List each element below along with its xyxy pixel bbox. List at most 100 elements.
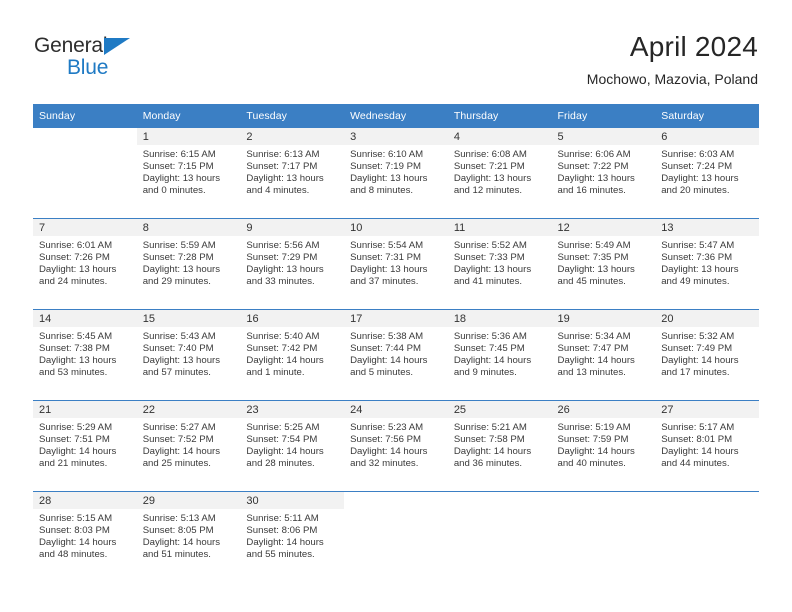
calendar-day-cell[interactable]: 6 Sunrise: 6:03 AM Sunset: 7:24 PM Daylight… [655, 128, 759, 219]
calendar-day-cell[interactable]: 26 Sunrise: 5:19 AM Sunset: 7:59 PM Dayligh… [551, 400, 656, 492]
calendar-week-row: 21 Sunrise: 5:29 AM Sunset: 7:51 PM Dayligh… [33, 400, 759, 492]
calendar-day-cell-empty [655, 491, 759, 582]
calendar-day-cell[interactable]: 19 Sunrise: 5:34 AM Sunset: 7:47 PM Dayligh… [551, 309, 656, 401]
calendar-day-cell[interactable]: 7 Sunrise: 6:01 AM Sunset: 7:26 PM Daylight… [33, 218, 137, 310]
calendar-day-cell[interactable]: 5 Sunrise: 6:06 AM Sunset: 7:22 PM Daylight… [551, 128, 656, 219]
day-cell-inner: 14 Sunrise: 5:45 AM Sunset: 7:38 PM Dayligh… [33, 310, 137, 400]
day-sunset-text: Sunset: 7:58 PM [453, 433, 525, 445]
calendar-day-cell[interactable]: 9 Sunrise: 5:56 AM Sunset: 7:29 PM Daylight… [240, 218, 345, 310]
day-sunrise-text: Sunrise: 5:49 AM [557, 240, 631, 251]
day-daylight1-text: Daylight: 14 hours [39, 445, 117, 457]
day-cell-inner: 29 Sunrise: 5:13 AM Sunset: 8:05 PM Dayligh… [136, 492, 241, 582]
calendar-day-cell[interactable]: 20 Sunrise: 5:32 AM Sunset: 7:49 PM Dayligh… [655, 309, 759, 401]
day-sunrise-text: Sunrise: 6:01 AM [39, 240, 113, 251]
calendar-day-cell[interactable]: 3 Sunrise: 6:10 AM Sunset: 7:19 PM Daylight… [344, 128, 448, 219]
calendar-day-cell[interactable]: 23 Sunrise: 5:25 AM Sunset: 7:54 PM Dayligh… [240, 400, 345, 492]
day-sun-info: Sunrise: 5:21 AM Sunset: 7:58 PM Daylight:… [448, 418, 552, 470]
calendar-day-cell[interactable]: 4 Sunrise: 6:08 AM Sunset: 7:21 PM Daylight… [447, 128, 552, 219]
day-sunrise-text: Sunrise: 6:06 AM [557, 149, 631, 160]
calendar-day-cell[interactable]: 29 Sunrise: 5:13 AM Sunset: 8:05 PM Dayligh… [136, 491, 241, 582]
day-sun-info: Sunrise: 5:52 AM Sunset: 7:33 PM Daylight:… [448, 236, 552, 288]
day-sun-info: Sunrise: 6:10 AM Sunset: 7:19 PM Daylight:… [344, 145, 448, 197]
calendar-day-cell[interactable]: 28 Sunrise: 5:15 AM Sunset: 8:03 PM Dayligh… [33, 491, 137, 582]
day-daylight1-text: Daylight: 14 hours [557, 445, 635, 457]
calendar-day-cell[interactable]: 13 Sunrise: 5:47 AM Sunset: 7:36 PM Dayligh… [655, 218, 759, 310]
weekday-header-monday: Monday [136, 104, 241, 128]
day-daylight2-text: and 36 minutes. [453, 457, 523, 469]
day-sun-info: Sunrise: 5:56 AM Sunset: 7:29 PM Daylight:… [240, 236, 344, 288]
day-sunset-text: Sunset: 8:01 PM [661, 433, 733, 445]
calendar-day-cell[interactable]: 2 Sunrise: 6:13 AM Sunset: 7:17 PM Daylight… [240, 128, 345, 219]
calendar-day-cell[interactable]: 10 Sunrise: 5:54 AM Sunset: 7:31 PM Dayligh… [344, 218, 448, 310]
day-cell-inner: 16 Sunrise: 5:40 AM Sunset: 7:42 PM Dayligh… [240, 310, 345, 400]
day-daylight1-text: Daylight: 14 hours [453, 354, 532, 366]
day-cell-inner [448, 492, 552, 582]
day-number: 1 [136, 128, 241, 145]
day-sunset-text: Sunset: 7:52 PM [142, 433, 214, 445]
calendar-day-cell[interactable]: 21 Sunrise: 5:29 AM Sunset: 7:51 PM Dayligh… [33, 400, 137, 492]
day-sun-info: Sunrise: 5:38 AM Sunset: 7:44 PM Daylight:… [344, 327, 448, 379]
day-number: 3 [344, 128, 448, 145]
day-daylight2-text: and 40 minutes. [557, 457, 626, 469]
day-daylight1-text: Daylight: 14 hours [142, 536, 221, 548]
day-number: 23 [240, 401, 345, 418]
day-sun-info: Sunrise: 5:11 AM Sunset: 8:06 PM Daylight:… [240, 509, 344, 561]
calendar-day-cell[interactable]: 17 Sunrise: 5:38 AM Sunset: 7:44 PM Dayligh… [344, 309, 448, 401]
calendar-day-cell-empty [33, 128, 137, 219]
day-cell-inner: 18 Sunrise: 5:36 AM Sunset: 7:45 PM Dayligh… [447, 310, 552, 400]
day-daylight1-text: Daylight: 14 hours [246, 354, 324, 366]
day-cell-inner: 15 Sunrise: 5:43 AM Sunset: 7:40 PM Dayligh… [136, 310, 241, 400]
calendar-day-cell[interactable]: 25 Sunrise: 5:21 AM Sunset: 7:58 PM Dayligh… [447, 400, 552, 492]
calendar-day-cell[interactable]: 22 Sunrise: 5:27 AM Sunset: 7:52 PM Dayligh… [136, 400, 241, 492]
day-daylight2-text: and 55 minutes. [246, 548, 315, 560]
calendar-day-cell[interactable]: 18 Sunrise: 5:36 AM Sunset: 7:45 PM Dayligh… [447, 309, 552, 401]
day-daylight2-text: and 51 minutes. [142, 548, 211, 560]
day-number: 26 [551, 401, 656, 418]
calendar-day-cell[interactable]: 27 Sunrise: 5:17 AM Sunset: 8:01 PM Dayligh… [655, 400, 759, 492]
day-cell-inner: 8 Sunrise: 5:59 AM Sunset: 7:28 PM Daylight… [136, 219, 241, 309]
day-number: 25 [447, 401, 552, 418]
day-cell-inner: 9 Sunrise: 5:56 AM Sunset: 7:29 PM Daylight… [240, 219, 345, 309]
title-block: April 2024 Mochowo, Mazovia, Poland [587, 30, 758, 88]
calendar-day-cell[interactable]: 1 Sunrise: 6:15 AM Sunset: 7:15 PM Daylight… [136, 128, 241, 219]
calendar-week-row: 7 Sunrise: 6:01 AM Sunset: 7:26 PM Daylight… [33, 218, 759, 310]
logo-text-general: General [34, 34, 108, 57]
calendar-day-cell[interactable]: 24 Sunrise: 5:23 AM Sunset: 7:56 PM Dayligh… [344, 400, 448, 492]
day-sunset-text: Sunset: 7:15 PM [142, 160, 214, 172]
day-sun-info: Sunrise: 5:34 AM Sunset: 7:47 PM Daylight:… [552, 327, 656, 379]
calendar-day-cell[interactable]: 30 Sunrise: 5:11 AM Sunset: 8:06 PM Dayligh… [240, 491, 345, 582]
day-daylight1-text: Daylight: 13 hours [246, 263, 324, 275]
day-sunset-text: Sunset: 7:38 PM [39, 342, 110, 354]
day-sunrise-text: Sunrise: 5:32 AM [661, 331, 735, 342]
day-sunrise-text: Sunrise: 5:45 AM [39, 331, 113, 342]
day-cell-inner: 3 Sunrise: 6:10 AM Sunset: 7:19 PM Daylight… [344, 128, 448, 218]
calendar-day-cell[interactable]: 14 Sunrise: 5:45 AM Sunset: 7:38 PM Dayligh… [33, 309, 137, 401]
day-cell-inner [33, 128, 137, 218]
weekday-header-tuesday: Tuesday [240, 104, 345, 128]
day-number: 4 [447, 128, 552, 145]
day-daylight1-text: Daylight: 13 hours [142, 172, 221, 184]
day-cell-inner: 11 Sunrise: 5:52 AM Sunset: 7:33 PM Dayligh… [447, 219, 552, 309]
day-sunset-text: Sunset: 7:42 PM [246, 342, 318, 354]
day-cell-inner: 17 Sunrise: 5:38 AM Sunset: 7:44 PM Dayligh… [344, 310, 448, 400]
day-daylight1-text: Daylight: 13 hours [557, 263, 635, 275]
day-daylight2-text: and 53 minutes. [39, 366, 108, 378]
day-daylight1-text: Daylight: 13 hours [39, 263, 117, 275]
weekday-header-row: Sunday Monday Tuesday Wednesday Thursday… [33, 104, 759, 128]
calendar-day-cell[interactable]: 11 Sunrise: 5:52 AM Sunset: 7:33 PM Dayligh… [447, 218, 552, 310]
day-cell-inner [655, 492, 759, 582]
day-sunset-text: Sunset: 7:45 PM [453, 342, 525, 354]
day-daylight1-text: Daylight: 14 hours [39, 536, 117, 548]
day-daylight1-text: Daylight: 14 hours [142, 445, 221, 457]
calendar-day-cell[interactable]: 16 Sunrise: 5:40 AM Sunset: 7:42 PM Dayligh… [240, 309, 345, 401]
day-sunset-text: Sunset: 7:44 PM [350, 342, 422, 354]
day-sunrise-text: Sunrise: 5:43 AM [142, 331, 216, 342]
weekday-header-sunday: Sunday [33, 104, 137, 128]
calendar-day-cell[interactable]: 12 Sunrise: 5:49 AM Sunset: 7:35 PM Dayligh… [551, 218, 656, 310]
day-daylight2-text: and 25 minutes. [142, 457, 211, 469]
day-sunset-text: Sunset: 7:47 PM [557, 342, 629, 354]
calendar-day-cell[interactable]: 8 Sunrise: 5:59 AM Sunset: 7:28 PM Daylight… [136, 218, 241, 310]
day-sunset-text: Sunset: 7:28 PM [142, 251, 214, 263]
calendar-day-cell[interactable]: 15 Sunrise: 5:43 AM Sunset: 7:40 PM Dayligh… [136, 309, 241, 401]
day-number: 18 [447, 310, 552, 327]
